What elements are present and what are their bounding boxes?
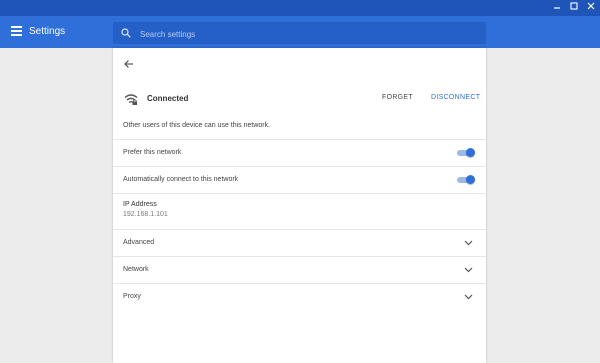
chevron-down-icon[interactable] <box>464 267 473 273</box>
section-network[interactable]: Network <box>113 256 486 283</box>
menu-icon[interactable] <box>11 26 22 36</box>
auto-connect-toggle[interactable] <box>457 175 475 184</box>
shared-network-note: Other users of this device can use this … <box>123 122 271 129</box>
network-detail-card: Connected FORGET DISCONNECT Other users … <box>113 48 486 363</box>
app-title: Settings <box>29 26 66 37</box>
auto-connect-label: Automatically connect to this network <box>123 176 239 183</box>
wifi-locked-icon <box>124 94 138 105</box>
search-input[interactable] <box>138 25 482 43</box>
maximize-icon[interactable] <box>567 2 581 14</box>
search-icon <box>121 28 131 38</box>
disconnect-button[interactable]: DISCONNECT <box>431 94 480 101</box>
section-label: Proxy <box>123 293 141 300</box>
prefer-network-label: Prefer this network <box>123 149 182 156</box>
prefer-network-toggle[interactable] <box>457 148 475 157</box>
connection-status: Connected <box>147 94 189 103</box>
forget-button[interactable]: FORGET <box>382 94 413 101</box>
back-arrow-icon[interactable] <box>123 58 135 70</box>
chevron-down-icon[interactable] <box>464 240 473 246</box>
minimize-icon[interactable] <box>550 2 564 14</box>
ip-address-label: IP Address <box>123 201 157 208</box>
section-label: Advanced <box>123 239 155 246</box>
window-titlebar <box>0 0 600 16</box>
network-status-row: Connected FORGET DISCONNECT <box>113 88 486 112</box>
chevron-down-icon[interactable] <box>464 294 473 300</box>
section-proxy[interactable]: Proxy <box>113 283 486 310</box>
prefer-network-row[interactable]: Prefer this network <box>113 139 486 166</box>
auto-connect-row[interactable]: Automatically connect to this network <box>113 166 486 193</box>
section-advanced[interactable]: Advanced <box>113 229 486 256</box>
search-bar[interactable] <box>113 22 486 44</box>
ip-address-value: 192.168.1.101 <box>123 211 168 218</box>
section-label: Network <box>123 266 149 273</box>
close-icon[interactable] <box>584 2 598 14</box>
ip-address-row: IP Address 192.168.1.101 <box>113 193 486 229</box>
